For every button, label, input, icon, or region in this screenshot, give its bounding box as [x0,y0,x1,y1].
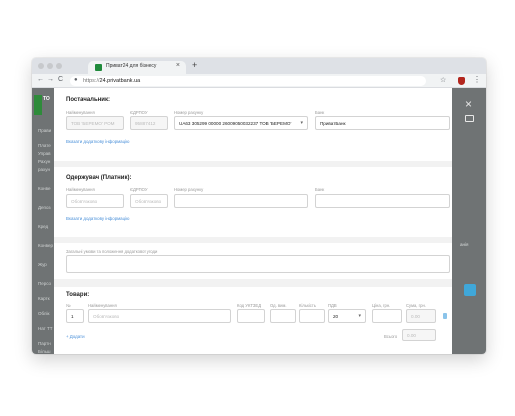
new-tab-button[interactable]: + [192,60,197,70]
supplier-section: Постачальник: Найменування ЄДРПОУ Номер … [54,88,452,161]
bg-sidebar-item: Плате [38,143,51,148]
privat-favicon-icon [95,64,102,71]
supplier-name-label: Найменування [66,110,95,115]
window-close-dot[interactable] [38,63,44,69]
supplier-account-value: UA63 305299 00000 26009050032237 ТОВ 'БЕ… [179,121,292,126]
url-text: https://24.privatbank.ua [83,78,141,84]
window-minimize-dot[interactable] [47,63,53,69]
bg-action-button [464,284,476,296]
supplier-name-field: ТОВ 'БЕРЕМО' РОМ [66,116,124,130]
row-sum-field: 0.00 [406,309,436,323]
payer-title: Одержувач (Платник): [66,175,132,181]
bg-sidebar-item: Депоз [38,205,51,210]
payer-bank-input[interactable] [315,194,450,208]
bg-sidebar-item: Картк [38,296,50,301]
bg-sidebar-item: Кред [38,224,49,229]
back-arrow-icon[interactable]: ← [37,76,44,83]
add-row-link[interactable]: + Додати [66,334,85,339]
col-num: № [66,303,71,308]
col-price: Ціна, грн. [372,303,391,308]
page-viewport: ТО Прави Плате Управ Рахун рахун Конве Депоз Кр… [32,88,486,354]
trash-icon[interactable] [443,313,447,319]
payer-section: Одержувач (Платник): Найменування ЄДРПОУ… [54,167,452,237]
browser-tab[interactable]: Приват24 для бізнесу × [88,61,186,74]
lock-icon: ● [74,77,78,83]
chevron-down-icon: ▾ [358,313,361,319]
supplier-title: Постачальник: [66,97,110,103]
col-qty: Кількість [299,303,316,308]
url-field[interactable]: ● https://24.privatbank.ua [70,76,426,86]
goods-section: Товари: № Найменування Код УКТЗЕД Од. ви… [54,287,452,354]
col-unit: Од. вим. [270,303,287,308]
bg-sidebar-item: Конвер [38,243,53,248]
row-unit-input[interactable] [270,309,296,323]
payer-name-label: Найменування [66,187,95,192]
row-vat-value: 20 [333,314,339,319]
forward-arrow-icon[interactable]: → [47,76,54,83]
supplier-bank-field[interactable]: ПриватБанк [315,116,450,130]
row-price-input[interactable] [372,309,402,323]
payer-name-input[interactable]: Обов'язково [66,194,124,208]
chat-icon[interactable] [465,115,474,122]
window-maximize-dot[interactable] [56,63,62,69]
bg-sidebar-item: Конве [38,186,51,191]
supplier-account-select[interactable]: UA63 305299 00000 26009050032237 ТОВ 'БЕ… [174,116,308,130]
goods-title: Товари: [66,292,90,298]
row-uktzed-input[interactable] [237,309,265,323]
col-vat: ПДВ [328,303,337,308]
bg-sidebar-item: Облік [38,311,50,316]
supplier-edrpou-label: ЄДРПОУ [130,110,148,115]
bg-sidebar-item: Більш [38,349,51,354]
payer-edrpou-input[interactable]: Обов'язково [130,194,168,208]
chevron-down-icon: ▾ [300,120,303,126]
extension-shield-icon[interactable] [458,77,465,85]
row-vat-select[interactable]: 20 ▾ [328,309,366,323]
payer-more-info-link[interactable]: Вказати додаткову інформацію [66,216,129,221]
tab-close-icon[interactable]: × [176,62,180,69]
col-name: Найменування [88,303,117,308]
tab-title: Приват24 для бізнесу [106,63,157,69]
supplier-account-label: Номер рахунку [174,110,204,115]
bg-sidebar-item: Рахун [38,159,51,164]
bg-logo-text: ТО [43,96,50,102]
total-label: Всього [384,334,398,339]
payer-edrpou-label: ЄДРПОУ [130,187,148,192]
terms-label: Загальні умови та положення додаткової у… [66,249,158,254]
col-uktzed: Код УКТЗЕД [237,303,262,308]
bank-logo [34,95,42,115]
bg-sidebar-item: Нат ТТ [38,326,53,331]
bg-sidebar-item: Партн [38,341,51,346]
bg-sidebar-item: рахун [38,167,50,172]
reload-icon[interactable]: C [58,76,63,83]
row-num-field: 1 [66,309,84,323]
browser-menu-icon[interactable]: ⋮ [473,75,481,84]
invoice-modal: Постачальник: Найменування ЄДРПОУ Номер … [54,88,452,354]
bg-sidebar-item: Управ [38,151,51,156]
bg-right-text: анія [460,242,469,247]
supplier-more-info-link[interactable]: Вказати додаткову інформацію [66,139,129,144]
bg-sidebar-item: Персо [38,281,52,286]
terms-section: Загальні умови та положення додаткової у… [54,243,452,279]
payer-account-label: Номер рахунку [174,187,204,192]
supplier-edrpou-field: 95887412 [130,116,168,130]
row-qty-input[interactable] [299,309,325,323]
payer-bank-label: Банк [315,187,325,192]
close-icon[interactable]: × [465,98,472,110]
browser-window: Приват24 для бізнесу × + ← → C ● https:/… [32,58,486,354]
terms-textarea[interactable] [66,255,450,273]
bg-sidebar-item: Жур [38,262,47,267]
col-sum: Сума, грн. [406,303,426,308]
row-name-input[interactable]: Обов'язково [88,309,231,323]
tab-bar: Приват24 для бізнесу × + [32,58,486,74]
bookmark-star-icon[interactable]: ☆ [440,76,446,84]
bg-sidebar-item: Прави [38,128,52,133]
payer-account-input[interactable] [174,194,308,208]
total-field: 0.00 [402,329,436,341]
supplier-bank-label: Банк [315,110,325,115]
address-bar: ← → C ● https://24.privatbank.ua ☆ ⋮ [32,74,486,88]
section-divider [54,279,452,287]
